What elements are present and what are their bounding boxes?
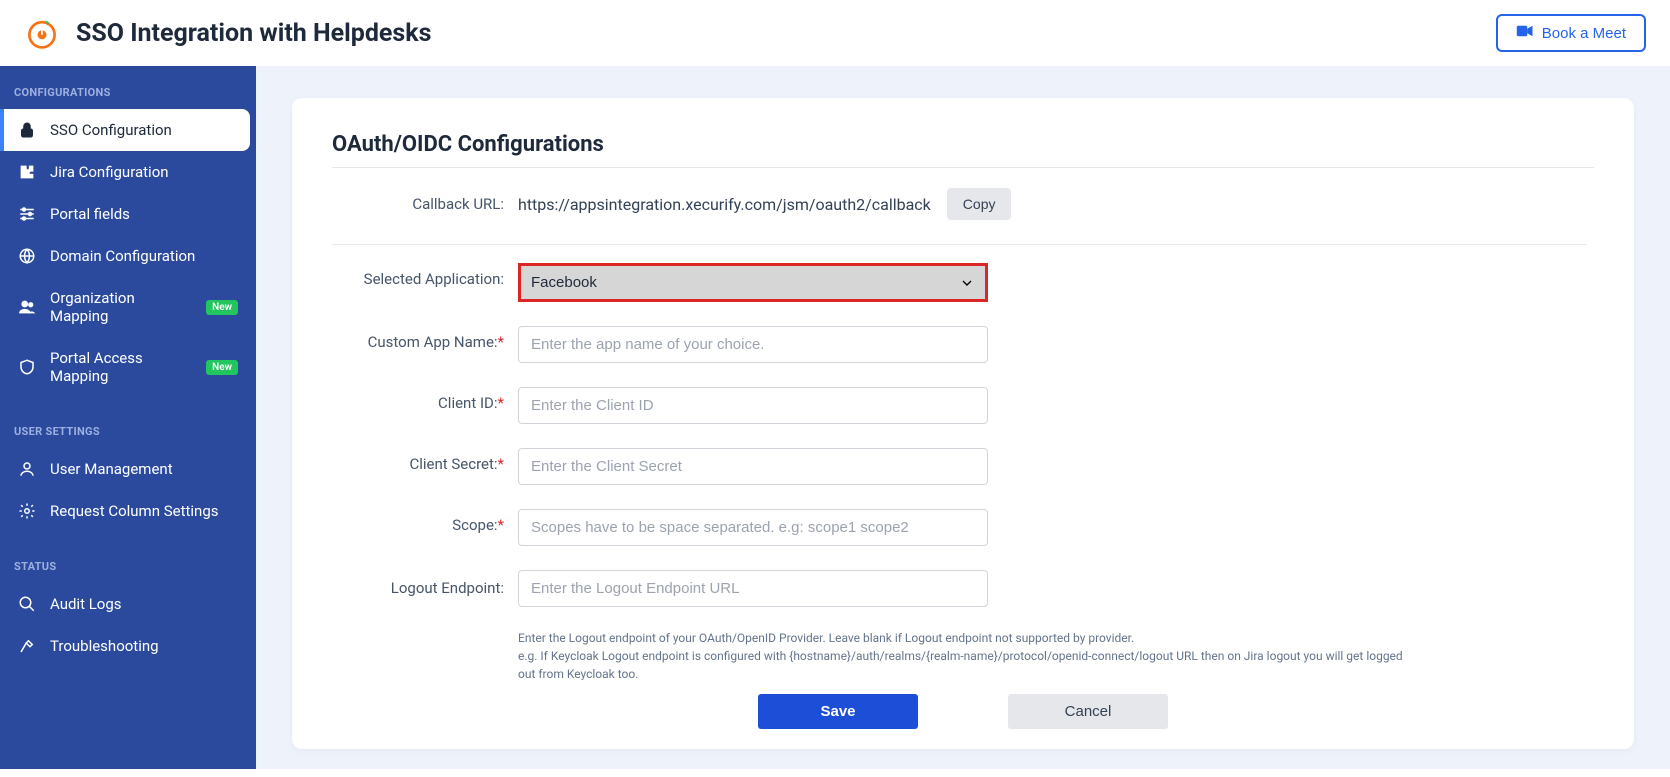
app-logo-icon — [24, 15, 60, 51]
hammer-icon — [18, 637, 36, 655]
sidebar: CONFIGURATIONS SSO Configuration Jira Co… — [0, 66, 256, 769]
sidebar-item-troubleshooting[interactable]: Troubleshooting — [0, 625, 256, 667]
selected-application-select[interactable]: Facebook — [518, 263, 988, 302]
new-badge: New — [206, 300, 238, 315]
client-id-input[interactable] — [518, 387, 988, 424]
logout-endpoint-label: Logout Endpoint: — [332, 570, 518, 597]
sidebar-item-label: Audit Logs — [50, 595, 122, 613]
lock-icon — [18, 121, 36, 139]
page-title: SSO Integration with Helpdesks — [76, 19, 431, 48]
selected-application-label: Selected Application: — [332, 263, 518, 288]
logout-endpoint-input[interactable] — [518, 570, 988, 607]
sidebar-item-audit-logs[interactable]: Audit Logs — [0, 583, 256, 625]
cancel-button[interactable]: Cancel — [1008, 694, 1168, 729]
sidebar-item-label: Troubleshooting — [50, 637, 159, 655]
client-secret-label: Client Secret:* — [332, 448, 518, 473]
custom-app-name-label: Custom App Name:* — [332, 326, 518, 351]
sidebar-section-status: STATUS — [0, 554, 256, 583]
config-card: OAuth/OIDC Configurations Callback URL: … — [292, 98, 1634, 749]
book-meet-label: Book a Meet — [1542, 25, 1626, 42]
client-secret-row: Client Secret:* — [332, 448, 1586, 485]
search-icon — [18, 595, 36, 613]
shield-icon — [18, 358, 36, 376]
sidebar-item-label: Portal Access Mapping — [50, 349, 188, 385]
callback-url-value-wrap: https://appsintegration.xecurify.com/jsm… — [518, 188, 1586, 220]
logout-endpoint-row: Logout Endpoint: Enter the Logout endpoi… — [332, 570, 1586, 680]
main-content: OAuth/OIDC Configurations Callback URL: … — [256, 66, 1670, 769]
callback-url-row: Callback URL: https://appsintegration.xe… — [332, 188, 1586, 220]
sidebar-item-label: User Management — [50, 460, 173, 478]
divider — [332, 244, 1586, 245]
scope-label: Scope:* — [332, 509, 518, 534]
sidebar-item-label: Portal fields — [50, 205, 130, 223]
scroll-area[interactable]: Callback URL: https://appsintegration.xe… — [332, 188, 1594, 680]
selected-application-row: Selected Application: Facebook — [332, 263, 1586, 302]
video-icon — [1516, 24, 1534, 42]
sidebar-item-domain-configuration[interactable]: Domain Configuration — [0, 235, 256, 277]
sidebar-item-label: Domain Configuration — [50, 247, 195, 265]
user-icon — [18, 460, 36, 478]
new-badge: New — [206, 360, 238, 375]
sidebar-item-portal-access-mapping[interactable]: Portal Access Mapping New — [0, 337, 256, 397]
callback-url-value: https://appsintegration.xecurify.com/jsm… — [518, 195, 931, 214]
header-left: SSO Integration with Helpdesks — [24, 15, 431, 51]
client-id-label: Client ID:* — [332, 387, 518, 412]
sidebar-item-sso-configuration[interactable]: SSO Configuration — [0, 109, 250, 151]
client-id-row: Client ID:* — [332, 387, 1586, 424]
header: SSO Integration with Helpdesks Book a Me… — [0, 0, 1670, 66]
save-button[interactable]: Save — [758, 694, 918, 729]
client-secret-input[interactable] — [518, 448, 988, 485]
sidebar-item-portal-fields[interactable]: Portal fields — [0, 193, 256, 235]
book-meet-button[interactable]: Book a Meet — [1496, 14, 1646, 52]
sidebar-item-jira-configuration[interactable]: Jira Configuration — [0, 151, 256, 193]
scope-row: Scope:* — [332, 509, 1586, 546]
custom-app-name-input[interactable] — [518, 326, 988, 363]
users-icon — [18, 298, 36, 316]
card-title: OAuth/OIDC Configurations — [332, 132, 1594, 157]
puzzle-icon — [18, 163, 36, 181]
sidebar-item-label: Request Column Settings — [50, 502, 218, 520]
sliders-icon — [18, 205, 36, 223]
action-bar: Save Cancel — [332, 680, 1594, 729]
sidebar-item-label: Jira Configuration — [50, 163, 169, 181]
sidebar-item-organization-mapping[interactable]: Organization Mapping New — [0, 277, 256, 337]
divider — [332, 167, 1594, 168]
sidebar-item-request-column-settings[interactable]: Request Column Settings — [0, 490, 256, 532]
sidebar-section-configurations: CONFIGURATIONS — [0, 80, 256, 109]
layout: CONFIGURATIONS SSO Configuration Jira Co… — [0, 66, 1670, 769]
callback-url-label: Callback URL: — [332, 188, 518, 213]
copy-button[interactable]: Copy — [947, 188, 1012, 220]
sidebar-section-user-settings: USER SETTINGS — [0, 419, 256, 448]
custom-app-name-row: Custom App Name:* — [332, 326, 1586, 363]
logout-help-text: Enter the Logout endpoint of your OAuth/… — [518, 629, 1418, 680]
scope-input[interactable] — [518, 509, 988, 546]
sidebar-item-label: Organization Mapping — [50, 289, 188, 325]
gear-icon — [18, 502, 36, 520]
sidebar-item-user-management[interactable]: User Management — [0, 448, 256, 490]
globe-icon — [18, 247, 36, 265]
sidebar-item-label: SSO Configuration — [50, 121, 172, 139]
